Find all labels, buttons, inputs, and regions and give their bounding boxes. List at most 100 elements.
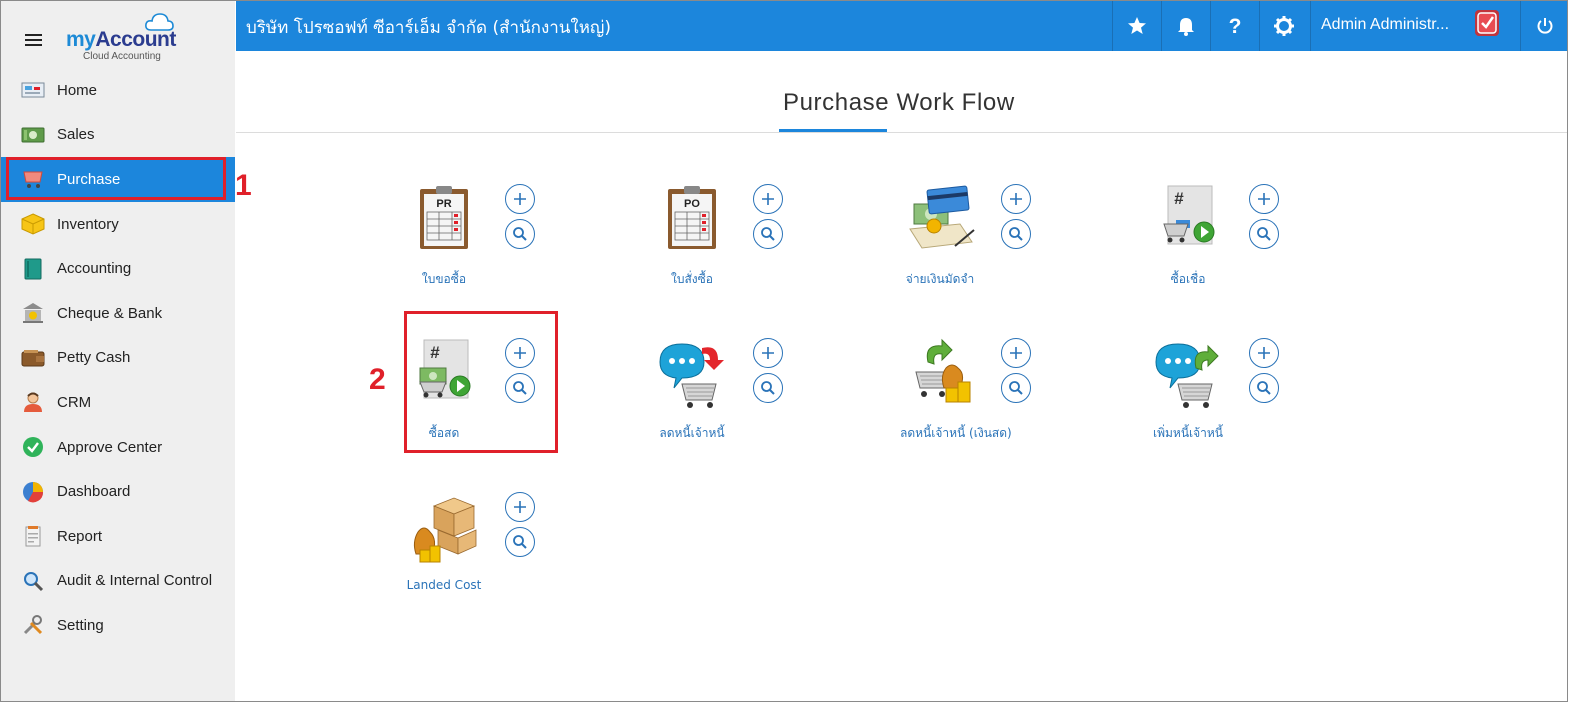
callout-number-1: 1 bbox=[235, 169, 252, 202]
logo[interactable]: myAccount Cloud Accounting bbox=[66, 12, 186, 64]
tile-label[interactable]: ซื้อสด bbox=[404, 424, 484, 443]
user-menu[interactable]: Admin Administr... bbox=[1310, 1, 1510, 51]
sidebar-item-label: Accounting bbox=[57, 260, 132, 278]
add-button[interactable] bbox=[753, 338, 783, 368]
hamburger-menu-icon[interactable] bbox=[25, 34, 43, 48]
svg-text:#: # bbox=[430, 343, 440, 362]
favorites-button[interactable] bbox=[1112, 1, 1161, 51]
sidebar-item-accounting[interactable]: Accounting bbox=[1, 246, 235, 291]
add-button[interactable] bbox=[1249, 338, 1279, 368]
sidebar-item-cheque-bank[interactable]: Cheque & Bank bbox=[1, 291, 235, 336]
search-icon bbox=[1257, 227, 1271, 241]
svg-text:PR: PR bbox=[436, 198, 451, 210]
add-button[interactable] bbox=[505, 184, 535, 214]
inventory-box-icon bbox=[21, 212, 45, 236]
search-button[interactable] bbox=[1001, 219, 1031, 249]
credit-purchase-icon[interactable]: # bbox=[1148, 184, 1228, 264]
sidebar-item-audit[interactable]: Audit & Internal Control bbox=[1, 559, 235, 604]
sidebar-item-home[interactable]: Home bbox=[1, 68, 235, 113]
add-button[interactable] bbox=[505, 492, 535, 522]
pie-chart-icon bbox=[21, 480, 45, 504]
star-icon bbox=[1128, 17, 1146, 34]
search-button[interactable] bbox=[1249, 219, 1279, 249]
search-button[interactable] bbox=[753, 219, 783, 249]
check-circle-icon bbox=[21, 435, 45, 459]
add-button[interactable] bbox=[1249, 184, 1279, 214]
app-window: myAccount Cloud Accounting Home Sales Pu… bbox=[0, 0, 1568, 702]
help-button[interactable]: ? bbox=[1210, 1, 1259, 51]
search-button[interactable] bbox=[505, 219, 535, 249]
sidebar-item-report[interactable]: Report bbox=[1, 514, 235, 559]
workflow-tile-landed-cost: Landed Cost bbox=[404, 492, 554, 617]
sidebar-item-crm[interactable]: CRM bbox=[1, 380, 235, 425]
search-icon bbox=[1009, 381, 1023, 395]
divider bbox=[236, 132, 1567, 133]
add-button[interactable] bbox=[505, 338, 535, 368]
workflow-tile-credit-purchase: # ซื้อเชื่อ bbox=[1148, 184, 1298, 309]
sidebar-item-label: Inventory bbox=[57, 215, 119, 233]
search-button[interactable] bbox=[1001, 373, 1031, 403]
tile-label[interactable]: ใบสั่งซื้อ bbox=[652, 270, 732, 289]
magnifier-icon bbox=[21, 569, 45, 593]
plus-icon bbox=[1258, 193, 1270, 205]
creditor-credit-note-icon[interactable] bbox=[1148, 338, 1228, 418]
landed-cost-icon[interactable] bbox=[404, 492, 484, 572]
search-button[interactable] bbox=[505, 373, 535, 403]
sidebar-item-label: Audit & Internal Control bbox=[57, 572, 213, 590]
sidebar-item-sales[interactable]: Sales bbox=[1, 113, 235, 158]
tools-icon bbox=[21, 613, 45, 637]
notifications-button[interactable] bbox=[1161, 1, 1210, 51]
cash-purchase-icon[interactable]: # bbox=[404, 338, 484, 418]
purchase-order-clipboard-icon[interactable]: PO bbox=[652, 184, 732, 264]
brand-tagline: Cloud Accounting bbox=[83, 51, 161, 62]
tile-label[interactable]: Landed Cost bbox=[404, 578, 484, 592]
svg-text:?: ? bbox=[1229, 15, 1242, 37]
tile-label[interactable]: ลดหนี้เจ้าหนี้ (เงินสด) bbox=[900, 424, 1012, 443]
creditor-debit-note-icon[interactable] bbox=[652, 338, 732, 418]
tile-label[interactable]: เพิ่มหนี้เจ้าหนี้ bbox=[1148, 424, 1228, 443]
sales-icon bbox=[21, 123, 45, 147]
tile-label[interactable]: ซื้อเชื่อ bbox=[1148, 270, 1228, 289]
add-button[interactable] bbox=[1001, 184, 1031, 214]
search-button[interactable] bbox=[505, 527, 535, 557]
tile-label[interactable]: จ่ายเงินมัดจำ bbox=[900, 270, 980, 289]
add-button[interactable] bbox=[1001, 338, 1031, 368]
plus-icon bbox=[514, 193, 526, 205]
tile-label[interactable]: ลดหนี้เจ้าหนี้ bbox=[652, 424, 732, 443]
purchase-request-clipboard-icon[interactable]: PR bbox=[404, 184, 484, 264]
bell-icon bbox=[1178, 18, 1194, 36]
sidebar-item-inventory[interactable]: Inventory bbox=[1, 202, 235, 247]
bank-icon bbox=[21, 301, 45, 325]
sidebar-item-petty-cash[interactable]: Petty Cash bbox=[1, 336, 235, 381]
add-button[interactable] bbox=[753, 184, 783, 214]
sidebar-item-setting[interactable]: Setting bbox=[1, 603, 235, 648]
power-icon bbox=[1537, 18, 1553, 34]
company-name[interactable]: บริษัท โปรซอฟท์ ซีอาร์เอ็ม จำกัด (สำนักง… bbox=[246, 14, 611, 41]
search-icon bbox=[1257, 381, 1271, 395]
callout-number-2: 2 bbox=[369, 363, 386, 396]
purchase-cart-icon bbox=[21, 167, 45, 191]
settings-button[interactable] bbox=[1259, 1, 1308, 51]
creditor-cash-debit-note-icon[interactable] bbox=[900, 338, 980, 418]
sidebar-item-purchase[interactable]: Purchase bbox=[1, 157, 235, 202]
accounting-book-icon bbox=[21, 257, 45, 281]
svg-text:#: # bbox=[1174, 189, 1184, 208]
report-icon bbox=[21, 524, 45, 548]
sidebar-item-label: Setting bbox=[57, 616, 104, 634]
search-icon bbox=[513, 227, 527, 241]
sidebar-item-label: Cheque & Bank bbox=[57, 304, 163, 322]
home-icon bbox=[21, 78, 45, 102]
workflow-tile-purchase-order: PO ใบสั่งซื้อ bbox=[652, 184, 802, 309]
sidebar-item-dashboard[interactable]: Dashboard bbox=[1, 469, 235, 514]
logout-button[interactable] bbox=[1520, 1, 1567, 51]
plus-icon bbox=[514, 347, 526, 359]
search-button[interactable] bbox=[1249, 373, 1279, 403]
plus-icon bbox=[1010, 347, 1022, 359]
search-button[interactable] bbox=[753, 373, 783, 403]
workflow-tile-creditor-cash-debit-note: ลดหนี้เจ้าหนี้ (เงินสด) bbox=[900, 338, 1050, 463]
wallet-icon bbox=[21, 346, 45, 370]
tile-label[interactable]: ใบขอซื้อ bbox=[404, 270, 484, 289]
page-title[interactable]: Purchase Work Flow bbox=[783, 89, 1015, 117]
deposit-payment-icon[interactable] bbox=[900, 184, 980, 264]
sidebar-item-approve-center[interactable]: Approve Center bbox=[1, 425, 235, 470]
